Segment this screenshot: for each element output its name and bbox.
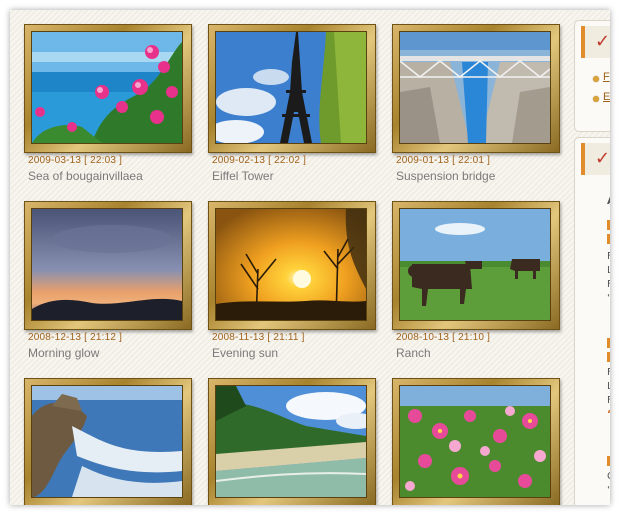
photo-thumbnail[interactable] (208, 378, 376, 505)
sidebar-link[interactable]: F (603, 71, 610, 83)
checkmark-icon: ✓ (595, 31, 610, 52)
sidebar-text: L (607, 265, 610, 276)
sea-bougainvillaea-image (32, 32, 182, 143)
eiffel-tower-image (216, 32, 366, 143)
photo-title[interactable]: Sea of bougainvillaea (28, 169, 143, 183)
sidebar-link[interactable]: E (603, 91, 610, 103)
ranch-image (400, 209, 550, 320)
sidebar-text: ‘ (607, 485, 610, 496)
sidebar-text: L (607, 381, 610, 392)
sidebar-text: F (607, 395, 610, 406)
photo-title[interactable]: Morning glow (28, 346, 99, 360)
photo-gallery: 2009-03-13 [ 22:03 ] Sea of bougainvilla… (10, 10, 570, 505)
suspension-bridge-image (400, 32, 550, 143)
sidebar-text: F (607, 251, 610, 262)
photo-date: 2009-02-13 [ 22:02 ] (212, 155, 307, 166)
photo-thumbnail[interactable] (392, 24, 560, 153)
sidebar-text: ‘ (607, 293, 610, 304)
photo-thumbnail[interactable] (24, 24, 192, 153)
photo-date: 2008-12-13 [ 21:12 ] (28, 332, 123, 343)
sidebar-text: F (607, 367, 610, 378)
content-panel: 2009-03-13 [ 22:03 ] Sea of bougainvilla… (10, 10, 610, 505)
tropical-beach-image (216, 386, 366, 497)
photo-date: 2009-01-13 [ 22:01 ] (396, 155, 491, 166)
cosmos-flowers-image (400, 386, 550, 497)
sidebar-text: A (607, 196, 610, 207)
sidebar-text: F (607, 279, 610, 290)
photo-title[interactable]: Ranch (396, 346, 431, 360)
morning-glow-image (32, 209, 182, 320)
rocky-coast-image (32, 386, 182, 497)
sidebar-text: C (607, 471, 610, 482)
photo-title[interactable]: Eiffel Tower (212, 169, 274, 183)
bullet-icon (593, 76, 599, 82)
photo-thumbnail[interactable] (24, 201, 192, 330)
sidebar-text: ‘ (607, 409, 610, 420)
sidebar-box-header: ✓ (581, 143, 610, 175)
photo-date: 2008-10-13 [ 21:10 ] (396, 332, 491, 343)
photo-title[interactable]: Evening sun (212, 346, 278, 360)
sidebar-marker (607, 220, 610, 230)
sidebar-box: ✓ F E (574, 20, 610, 132)
sidebar-box: ✓ A F L F ‘ F L F ‘ C ‘ (574, 137, 610, 505)
photo-thumbnail[interactable] (24, 378, 192, 505)
photo-thumbnail[interactable] (208, 24, 376, 153)
photo-title[interactable]: Suspension bridge (396, 169, 495, 183)
bullet-icon (593, 96, 599, 102)
photo-thumbnail[interactable] (392, 201, 560, 330)
photo-thumbnail[interactable] (392, 378, 560, 505)
sidebar-marker (607, 456, 610, 466)
sidebar-marker (607, 352, 610, 362)
photo-date: 2008-11-13 [ 21:11 ] (212, 332, 305, 343)
sidebar-marker (607, 338, 610, 348)
evening-sun-image (216, 209, 366, 320)
photo-thumbnail[interactable] (208, 201, 376, 330)
sidebar-marker (607, 234, 610, 244)
sidebar-box-header: ✓ (581, 26, 610, 58)
checkmark-icon: ✓ (595, 148, 610, 169)
photo-date: 2009-03-13 [ 22:03 ] (28, 155, 123, 166)
